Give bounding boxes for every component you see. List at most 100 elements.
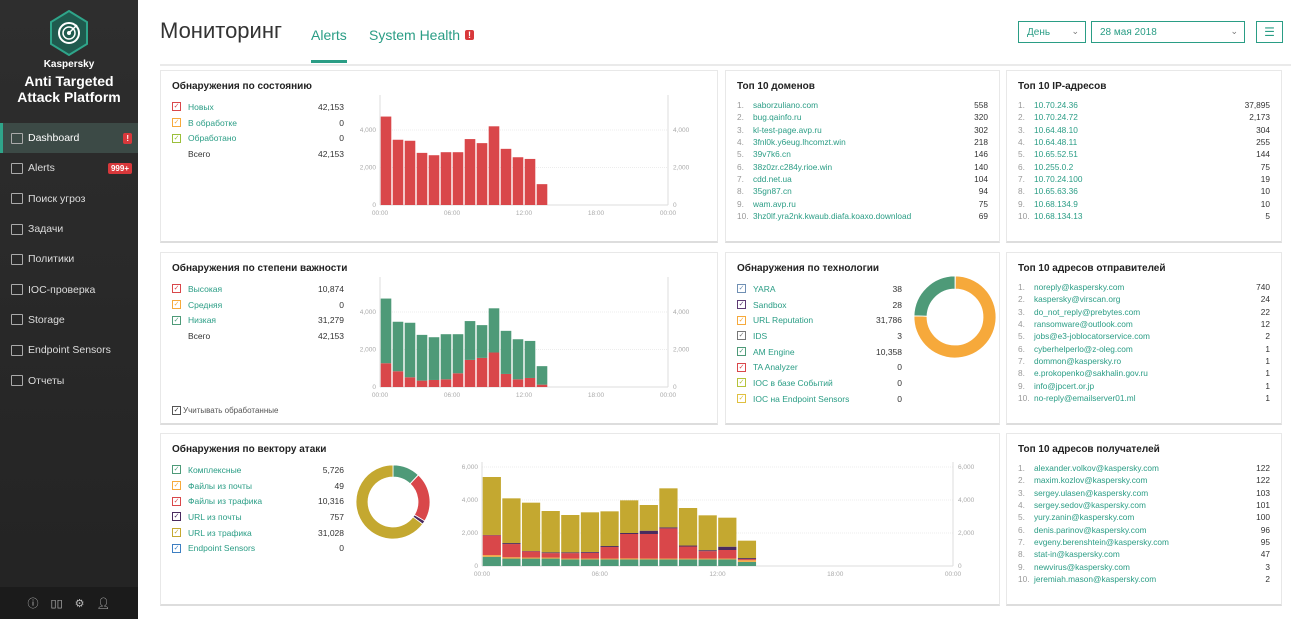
bar-segment[interactable] <box>541 558 560 566</box>
bar-segment[interactable] <box>620 500 639 533</box>
bar-segment[interactable] <box>561 559 580 566</box>
bar-segment[interactable] <box>718 546 737 550</box>
legend-item[interactable]: ✓ URL из почты 757 <box>172 509 344 525</box>
checkbox-checked-icon[interactable]: ✓ <box>172 315 181 325</box>
checkbox-checked-icon[interactable]: ✓ <box>737 347 746 357</box>
item-link[interactable]: 10.70.24.100 <box>1034 174 1261 184</box>
bar-segment[interactable] <box>698 551 717 559</box>
user-icon[interactable]: 👤︎ <box>97 597 111 610</box>
item-link[interactable]: 10.64.48.10 <box>1034 125 1256 135</box>
bar-segment[interactable] <box>718 559 737 566</box>
bar-segment[interactable] <box>639 558 658 560</box>
checkbox-checked-icon[interactable]: ✓ <box>737 331 746 341</box>
bar-segment[interactable] <box>404 140 416 205</box>
bar-segment[interactable] <box>464 359 476 387</box>
sidebar-item-ioc-проверка[interactable]: IOC-проверка <box>0 274 138 304</box>
item-link[interactable]: kaspersky@virscan.org <box>1034 294 1261 304</box>
bar-segment[interactable] <box>380 363 392 387</box>
donut-slice[interactable] <box>409 474 431 522</box>
bar-segment[interactable] <box>500 148 512 205</box>
bar-segment[interactable] <box>502 544 521 558</box>
checkbox-checked-icon[interactable]: ✓ <box>172 481 181 491</box>
legend-item[interactable]: ✓ Новых 42,153 <box>172 99 344 115</box>
item-link[interactable]: 35gn87.cn <box>753 186 979 196</box>
bar-segment[interactable] <box>678 545 698 547</box>
bar-segment[interactable] <box>659 558 678 560</box>
bar-segment[interactable] <box>580 559 600 566</box>
checkbox-checked-icon[interactable]: ✓ <box>737 300 746 310</box>
bar-segment[interactable] <box>512 339 524 380</box>
checkbox-checked-icon[interactable]: ✓ <box>172 284 181 294</box>
bar-segment[interactable] <box>580 558 600 560</box>
item-link[interactable]: alexander.volkov@kaspersky.com <box>1034 463 1256 473</box>
bar-segment[interactable] <box>512 157 524 205</box>
item-link[interactable]: maxim.kozlov@kaspersky.com <box>1034 475 1256 485</box>
bar-segment[interactable] <box>561 552 580 554</box>
checkbox-checked-icon[interactable]: ✓ <box>737 394 746 404</box>
item-link[interactable]: cdd.net.ua <box>753 174 974 184</box>
item-link[interactable]: yury.zanin@kaspersky.com <box>1034 512 1256 522</box>
item-link[interactable]: dommon@kaspersky.ro <box>1034 356 1265 366</box>
checkbox-checked-icon[interactable]: ✓ <box>172 512 181 522</box>
bar-segment[interactable] <box>488 126 500 205</box>
bar-segment[interactable] <box>541 553 560 558</box>
bar-segment[interactable] <box>737 540 757 559</box>
item-link[interactable]: ransomware@outlook.com <box>1034 319 1261 329</box>
item-link[interactable]: jobs@e3-joblocatorservice.com <box>1034 331 1265 341</box>
bar-segment[interactable] <box>541 557 560 559</box>
menu-button[interactable]: ☰ <box>1256 21 1283 43</box>
legend-item[interactable]: ✓ В обработке 0 <box>172 115 344 131</box>
bar-segment[interactable] <box>500 373 512 387</box>
donut-slice[interactable] <box>913 275 956 317</box>
tab-system-health[interactable]: System Health! <box>369 27 475 43</box>
bar-segment[interactable] <box>521 557 541 559</box>
item-link[interactable]: 3hz0lf.yra2nk.kwaub.diafa.koaxo.download <box>753 211 979 221</box>
bar-segment[interactable] <box>428 337 440 380</box>
item-link[interactable]: wam.avp.ru <box>753 199 979 209</box>
bar-segment[interactable] <box>561 553 580 559</box>
bar-segment[interactable] <box>512 379 524 387</box>
item-link[interactable]: 10.64.48.11 <box>1034 137 1256 147</box>
bar-segment[interactable] <box>428 155 440 205</box>
bar-segment[interactable] <box>639 530 658 534</box>
legend-item[interactable]: ✓ Endpoint Sensors 0 <box>172 540 344 556</box>
sidebar-item-alerts[interactable]: Alerts 999+ <box>0 153 138 183</box>
item-link[interactable]: info@jpcert.or.jp <box>1034 381 1265 391</box>
bar-segment[interactable] <box>476 325 488 358</box>
item-link[interactable]: 10.70.24.36 <box>1034 100 1245 110</box>
item-link[interactable]: do_not_reply@prebytes.com <box>1034 307 1261 317</box>
bar-segment[interactable] <box>580 552 600 559</box>
legend-item[interactable]: ✓ AM Engine 10,358 <box>737 344 902 360</box>
checkbox-checked-icon[interactable]: ✓ <box>172 496 181 506</box>
bar-segment[interactable] <box>718 517 737 547</box>
bar-segment[interactable] <box>659 527 678 529</box>
item-link[interactable]: 10.70.24.72 <box>1034 112 1249 122</box>
item-link[interactable]: jeremiah.mason@kaspersky.com <box>1034 574 1265 584</box>
bar-segment[interactable] <box>482 555 501 557</box>
bar-segment[interactable] <box>524 158 536 205</box>
bar-segment[interactable] <box>464 321 476 360</box>
bar-segment[interactable] <box>639 504 658 531</box>
bar-segment[interactable] <box>476 143 488 205</box>
bar-segment[interactable] <box>404 377 416 387</box>
item-link[interactable]: kl-test-page.avp.ru <box>753 125 974 135</box>
bar-segment[interactable] <box>392 371 404 387</box>
bar-segment[interactable] <box>521 502 541 551</box>
bar-segment[interactable] <box>659 488 678 528</box>
bar-segment[interactable] <box>561 514 580 553</box>
gear-icon[interactable]: ⚙ <box>75 597 85 610</box>
checkbox-checked-icon[interactable]: ✓ <box>737 362 746 372</box>
legend-item[interactable]: ✓ TA Analyzer 0 <box>737 359 902 375</box>
legend-item[interactable]: ✓ Высокая 10,874 <box>172 281 344 297</box>
bar-segment[interactable] <box>380 116 392 205</box>
bar-segment[interactable] <box>737 561 757 566</box>
legend-item[interactable]: ✓ URL Reputation 31,786 <box>737 312 902 328</box>
bar-segment[interactable] <box>698 558 717 560</box>
bar-segment[interactable] <box>698 559 717 566</box>
legend-item[interactable]: ✓ IOC в базе Событий 0 <box>737 375 902 391</box>
bar-segment[interactable] <box>502 558 521 566</box>
bar-segment[interactable] <box>536 384 548 387</box>
legend-item[interactable]: ✓ Файлы из трафика 10,316 <box>172 493 344 509</box>
bar-segment[interactable] <box>536 366 548 385</box>
sidebar-item-storage[interactable]: Storage <box>0 305 138 335</box>
